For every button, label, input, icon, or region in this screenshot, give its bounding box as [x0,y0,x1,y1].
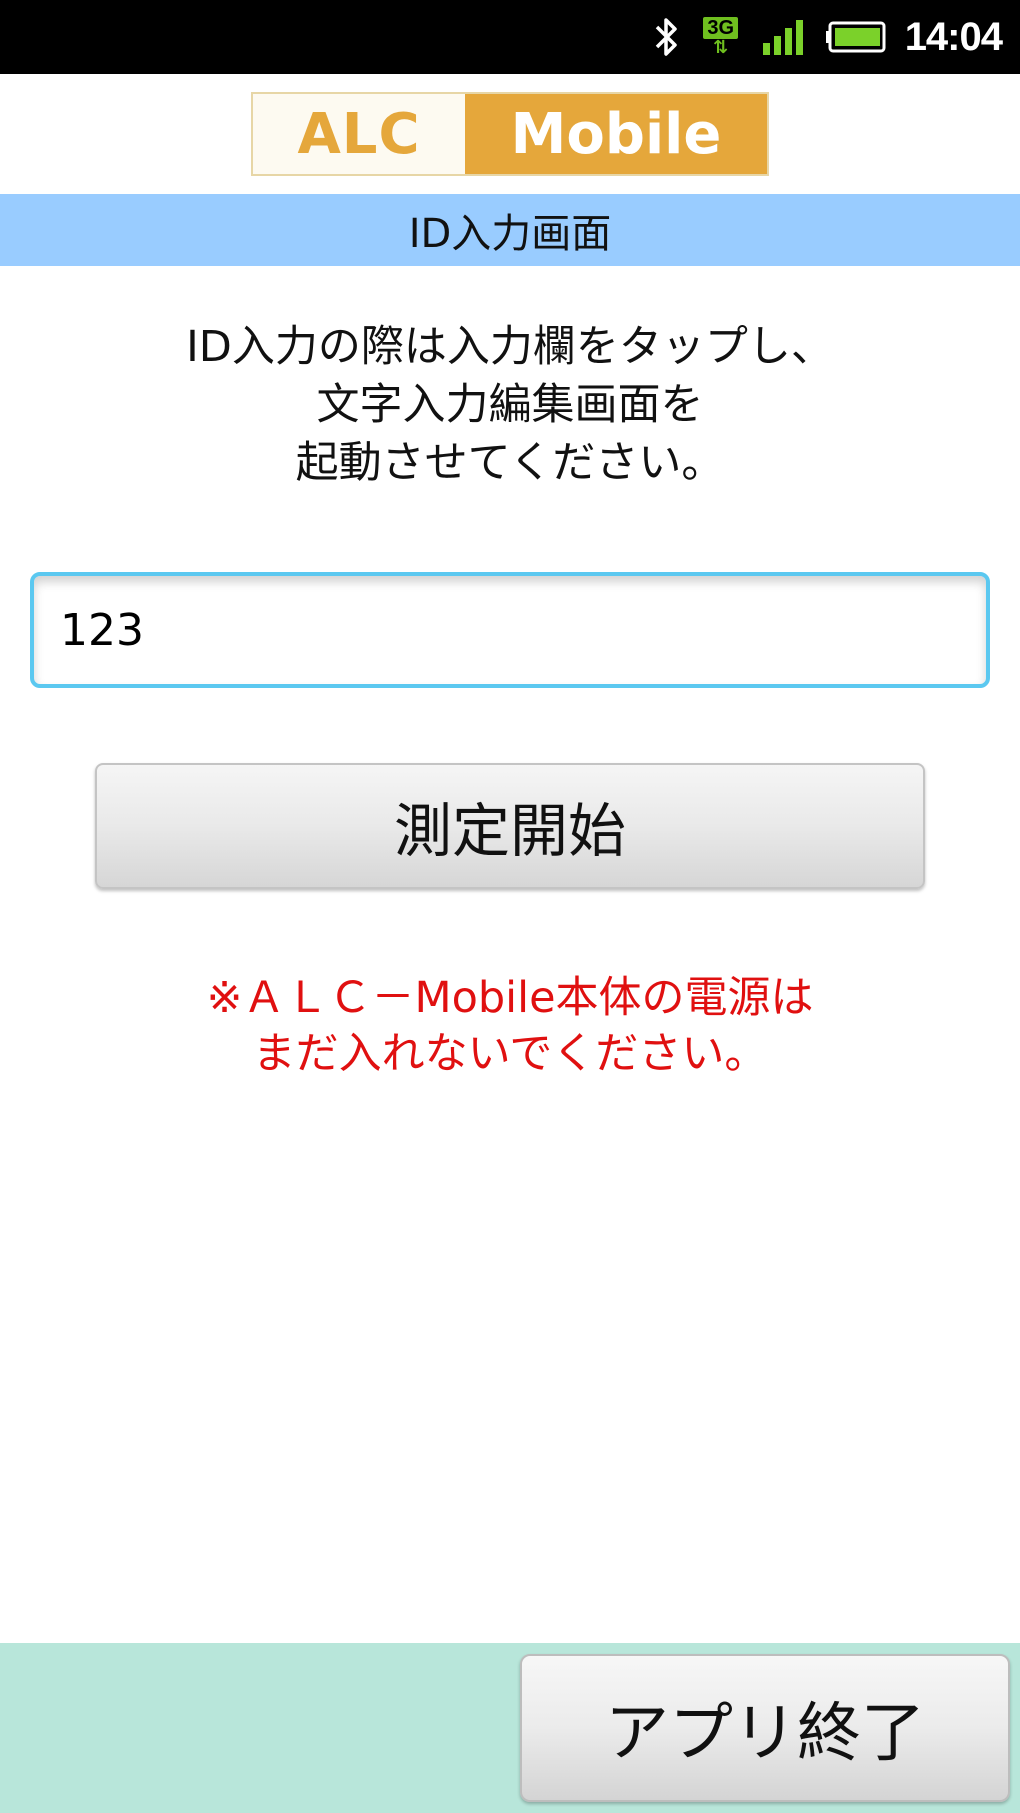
status-time: 14:04 [904,14,1003,59]
exit-app-button[interactable]: アプリ終了 [520,1654,1010,1802]
instruction-line-1: ID入力の際は入力欄をタップし、 [186,322,834,372]
screen-title-bar: ID入力画面 [0,194,1020,266]
instruction-line-2: 文字入力編集画面を [316,380,704,430]
network-type-label: 3G [703,17,739,39]
warning-line-1: ※ＡＬＣ－Mobile本体の電源は [206,973,814,1023]
instruction-text: ID入力の際は入力欄をタップし、 文字入力編集画面を 起動させてください。 [0,318,1020,492]
start-measurement-button[interactable]: 測定開始 [95,763,925,889]
status-bar: 3G ⇅ 14:04 [0,0,1020,74]
id-input[interactable] [30,572,990,688]
bluetooth-icon [653,15,681,59]
3g-icon: 3G ⇅ [699,10,743,64]
screen-title: ID入力画面 [408,211,612,257]
alc-mobile-logo: ALC Mobile [251,92,769,176]
exit-app-label: アプリ終了 [605,1697,925,1771]
battery-icon [825,20,887,54]
logo-area: ALC Mobile [0,74,1020,194]
instruction-line-3: 起動させてください。 [295,438,725,488]
warning-text: ※ＡＬＣ－Mobile本体の電源は まだ入れないでください。 [0,970,1020,1082]
start-measurement-label: 測定開始 [393,797,626,865]
logo-alc-text: ALC [253,94,465,174]
warning-line-2: まだ入れないでください。 [252,1029,768,1079]
data-arrows-icon: ⇅ [713,37,729,58]
logo-mobile-text: Mobile [465,94,767,174]
signal-icon [761,17,807,57]
